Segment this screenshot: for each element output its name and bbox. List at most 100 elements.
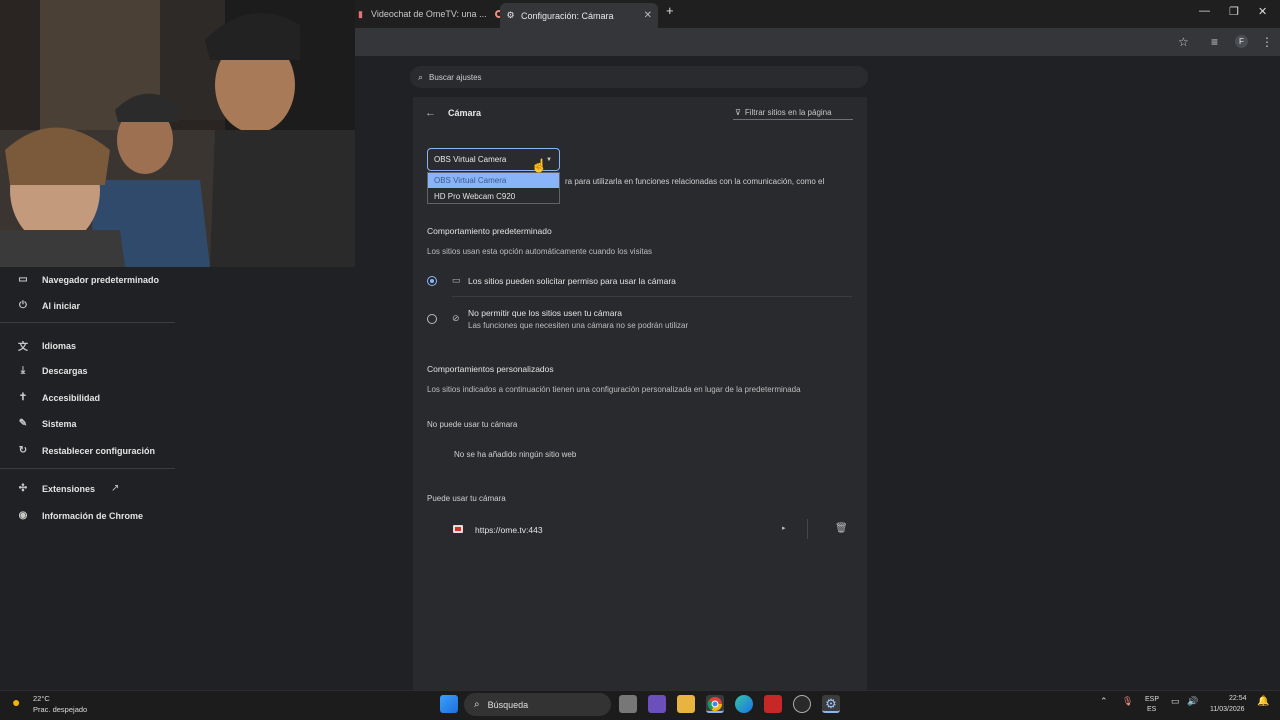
keyboard-lang-bottom[interactable]: ES <box>1147 705 1156 714</box>
camera-description: ra para utilizarla en funciones relacion… <box>565 177 825 186</box>
puzzle-icon: ✣ <box>18 483 28 494</box>
translate-icon: 文 <box>18 342 28 353</box>
radio-block-camera[interactable] <box>427 314 437 324</box>
sidebar-divider <box>0 322 175 323</box>
sidebar-item-label: Descargas <box>42 365 88 376</box>
wrench-icon: ✎ <box>18 418 28 429</box>
edge-icon[interactable] <box>735 695 753 713</box>
selected-device: OBS Virtual Camera <box>434 155 507 164</box>
clock-time[interactable]: 22:54 <box>1229 694 1247 703</box>
chrome-taskbar-icon[interactable] <box>706 695 724 713</box>
new-tab-icon[interactable]: + <box>666 3 674 18</box>
sidebar-item-on-startup[interactable]: ⏻ Al iniciar <box>16 300 80 311</box>
menu-kebab-icon[interactable]: ⋮ <box>1261 35 1273 49</box>
sidebar-item-downloads[interactable]: ⤓ Descargas <box>16 365 88 376</box>
chrome-icon: ◉ <box>18 510 28 521</box>
teams-icon[interactable] <box>648 695 666 713</box>
settings-gear-icon[interactable]: ⚙ <box>822 695 840 713</box>
sidebar-item-label: Restablecer configuración <box>42 445 156 456</box>
sidebar-item-extensions[interactable]: ✣ Extensiones ↗ <box>16 483 120 494</box>
device-option-obs[interactable]: OBS Virtual Camera <box>428 173 559 188</box>
weather-desc[interactable]: Prac. despejado <box>33 705 87 714</box>
windows-taskbar <box>0 690 1280 720</box>
trash-icon[interactable]: 🗑 <box>835 523 848 534</box>
webcam-video-image <box>0 0 355 267</box>
radio-allow-camera[interactable] <box>427 276 437 286</box>
close-window-icon[interactable]: ✕ <box>1258 5 1267 18</box>
external-link-icon: ↗ <box>111 483 120 494</box>
camera-icon: ▭ <box>452 275 461 285</box>
microphone-icon[interactable]: 🎙 <box>1122 697 1133 706</box>
site-favicon-icon <box>453 525 463 533</box>
sidebar-divider <box>0 468 175 469</box>
red-app-icon[interactable] <box>764 695 782 713</box>
filter-placeholder: Filtrar sitios en la página <box>744 108 832 117</box>
sidebar-item-default-browser[interactable]: ▭ Navegador predeterminado <box>16 274 159 285</box>
blocked-sites-title: No puede usar tu cámara <box>427 420 518 429</box>
custom-behavior-subtitle: Los sitios indicados a continuación tien… <box>427 385 801 394</box>
weather-temp[interactable]: 22°C <box>33 694 50 703</box>
tab-label: Videochat de OmeTV: una ... <box>371 9 487 19</box>
sidebar-item-about-chrome[interactable]: ◉ Información de Chrome <box>16 510 143 521</box>
obs-icon[interactable] <box>793 695 811 713</box>
keyboard-lang-top[interactable]: ESP <box>1145 695 1159 704</box>
minimize-icon[interactable]: — <box>1199 5 1210 17</box>
camera-off-icon: ⊘ <box>452 313 460 323</box>
volume-icon[interactable]: 🔊 <box>1187 697 1198 706</box>
sidebar-item-reset[interactable]: ↻ Restablecer configuración <box>16 445 155 456</box>
reading-list-icon[interactable]: ≡ <box>1211 35 1218 49</box>
block-camera-label: No permitir que los sitios usen tu cámar… <box>468 308 623 318</box>
sidebar-item-languages[interactable]: 文 Idiomas <box>16 338 77 354</box>
notification-bell-icon[interactable]: 🔔 <box>1257 697 1269 707</box>
blocked-sites-empty: No se ha añadido ningún sitio web <box>454 450 577 459</box>
ometv-favicon-icon: ▮ <box>358 8 363 19</box>
search-icon: ⌕ <box>418 71 424 82</box>
block-camera-sublabel: Las funciones que necesiten una cámara n… <box>468 321 689 330</box>
task-view-icon[interactable] <box>619 695 637 713</box>
sidebar-item-label: Navegador predeterminado <box>42 274 160 285</box>
weather-sun-icon: ● <box>12 694 21 710</box>
close-tab-icon[interactable]: ✕ <box>644 10 652 21</box>
clock-date[interactable]: 11/03/2026 <box>1210 705 1245 714</box>
tab-label: Configuración: Cámara <box>521 10 614 21</box>
custom-behavior-title: Comportamientos personalizados <box>427 364 554 374</box>
tray-chevron-up-icon[interactable]: ⌃ <box>1100 697 1108 706</box>
filter-underline <box>733 119 853 120</box>
maximize-icon[interactable]: ❐ <box>1229 5 1239 18</box>
camera-device-dropdown: OBS Virtual Camera HD Pro Webcam C920 <box>427 172 560 204</box>
network-icon[interactable]: ▭ <box>1171 697 1180 706</box>
sidebar-item-label: Sistema <box>42 418 77 429</box>
option-divider <box>452 296 852 297</box>
sidebar-item-label: Al iniciar <box>42 300 81 311</box>
accessibility-icon: ✝ <box>18 392 28 403</box>
back-arrow-icon[interactable]: ← <box>425 107 436 119</box>
screen: ▮ Videochat de OmeTV: una ... ✕ ⚙ Config… <box>0 0 1280 720</box>
bookmark-star-icon[interactable]: ☆ <box>1178 35 1189 49</box>
sidebar-item-label: Idiomas <box>42 340 77 351</box>
reset-icon: ↻ <box>18 445 28 456</box>
sidebar-item-accessibility[interactable]: ✝ Accesibilidad <box>16 392 100 403</box>
allowed-sites-title: Puede usar tu cámara <box>427 494 506 503</box>
chevron-right-icon[interactable]: ▸ <box>782 524 786 532</box>
power-icon: ⏻ <box>19 300 27 311</box>
sidebar-item-system[interactable]: ✎ Sistema <box>16 418 77 429</box>
default-behavior-subtitle: Los sitios usan esta opción automáticame… <box>427 247 653 256</box>
sidebar-item-label: Accesibilidad <box>42 392 101 403</box>
windows-start-icon[interactable] <box>440 695 458 713</box>
settings-search-input[interactable]: ⌕ Buscar ajustes <box>410 66 868 88</box>
webcam-overlay <box>0 0 355 267</box>
download-icon: ⤓ <box>20 365 26 376</box>
file-explorer-icon[interactable] <box>677 695 695 713</box>
allowed-site-url[interactable]: https://ome.tv:443 <box>475 525 543 535</box>
filter-icon: ⊽ <box>735 108 741 117</box>
device-option-c920[interactable]: HD Pro Webcam C920 <box>428 189 559 204</box>
filter-sites-input[interactable]: ⊽ Filtrar sitios en la página <box>735 108 832 117</box>
browser-icon: ▭ <box>18 274 28 285</box>
sidebar-item-label: Extensiones <box>42 483 96 494</box>
chrome-logo-icon <box>707 697 722 711</box>
taskbar-search-input[interactable]: ⌕ Búsqueda <box>464 693 611 716</box>
row-separator <box>807 519 808 539</box>
page-title: Cámara <box>448 108 482 118</box>
profile-avatar[interactable]: F <box>1235 35 1248 48</box>
tab-settings-camera[interactable]: ⚙ Configuración: Cámara ✕ <box>500 3 658 28</box>
